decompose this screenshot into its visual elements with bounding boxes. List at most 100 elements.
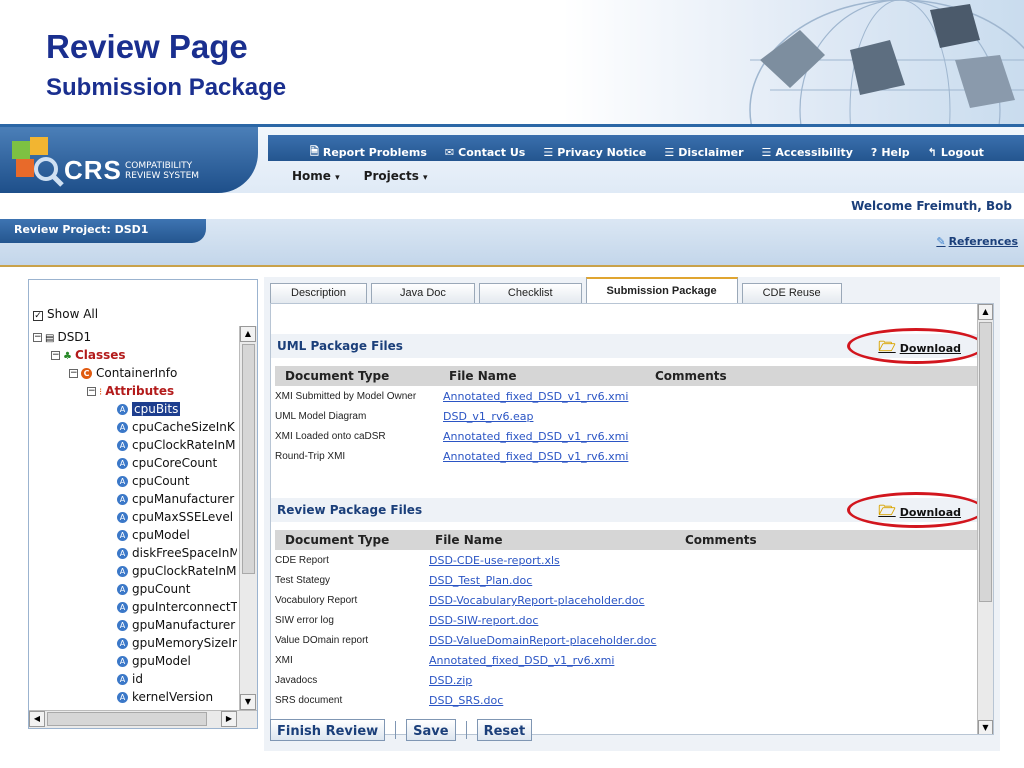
tab-java-doc[interactable]: Java Doc [371, 283, 475, 303]
scroll-down-icon[interactable]: ▼ [978, 720, 993, 734]
tree-horizontal-scrollbar[interactable]: ◀ ▶ [29, 710, 257, 728]
tree-item-attribute[interactable]: AcpuClockRateInM [117, 436, 235, 454]
report-problems-link[interactable]: 🗎 Report Problems [310, 143, 427, 162]
file-link[interactable]: DSD-VocabularyReport-placeholder.doc [429, 594, 645, 607]
tree-node-attributes[interactable]: − ⁝ Attributes [87, 382, 174, 400]
tree-item-attribute[interactable]: AcpuCacheSizeInK [117, 418, 235, 436]
folder-icon: ▤ [45, 333, 55, 344]
class-icon: C [81, 368, 92, 379]
column-header: Document Type [285, 533, 390, 547]
tree-item-label: gpuMemorySizeIn [132, 636, 237, 650]
contact-us-link[interactable]: ✉ Contact Us [445, 143, 525, 162]
tree-item-attribute[interactable]: AcpuCount [117, 472, 189, 490]
table-row: CDE Report DSD-CDE-use-report.xls [275, 551, 979, 571]
tree-item-attribute[interactable]: AkernelVersion [117, 688, 213, 706]
link-label: Contact Us [458, 146, 526, 159]
file-link[interactable]: DSD_Test_Plan.doc [429, 574, 532, 587]
tree-item-label: id [132, 672, 143, 686]
content-vertical-scrollbar[interactable]: ▲ ▼ [977, 304, 993, 734]
tree-item-attribute[interactable]: AgpuModel [117, 652, 191, 670]
tree-node-root[interactable]: − ▤ DSD1 [33, 328, 91, 346]
show-all-toggle[interactable]: ✓ Show All [33, 305, 98, 323]
tree-item-label: cpuCacheSizeInK [132, 420, 235, 434]
attribute-icon: A [117, 548, 128, 559]
tree-item-attribute[interactable]: AcpuBits [117, 400, 181, 418]
column-header: File Name [449, 369, 517, 383]
tree-item-attribute[interactable]: AgpuCount [117, 580, 190, 598]
tree-item-attribute[interactable]: AdiskFreeSpaceInM [117, 544, 237, 562]
collapse-icon[interactable]: − [69, 369, 78, 378]
file-link[interactable]: Annotated_fixed_DSD_v1_rv6.xmi [443, 390, 628, 403]
file-link[interactable]: DSD.zip [429, 674, 472, 687]
home-menu[interactable]: Home ▾ [292, 169, 340, 183]
project-title: Review Project: DSD1 [0, 219, 206, 243]
tree-item-attribute[interactable]: AcpuMaxSSELevel [117, 508, 233, 526]
tree-item-attribute[interactable]: AcpuCoreCount [117, 454, 217, 472]
review-table-header: Document Type File Name Comments [275, 530, 979, 550]
tab-submission-package[interactable]: Submission Package [585, 277, 738, 303]
tree-item-label: cpuMaxSSELevel [132, 510, 234, 524]
attribute-icon: A [117, 476, 128, 487]
document-icon: 🗎 [310, 145, 319, 158]
tree-item-label: gpuManufacturer [132, 618, 236, 632]
tree-item-label: gpuCount [132, 582, 191, 596]
projects-menu[interactable]: Projects ▾ [364, 169, 428, 183]
file-link[interactable]: DSD-CDE-use-report.xls [429, 554, 560, 567]
tree-item-attribute[interactable]: AgpuClockRateInM [117, 562, 236, 580]
tab-checklist[interactable]: Checklist [478, 283, 582, 303]
tree-item-attribute[interactable]: AcpuManufacturer [117, 490, 234, 508]
crs-logo[interactable]: CRS COMPATIBILITY REVIEW SYSTEM [0, 127, 258, 193]
tree-node-containerinfo[interactable]: − C ContainerInfo [69, 364, 177, 382]
class-tree-panel: ✓ Show All − ▤ DSD1 − ♣ Classes − C ContainerIn… [28, 279, 258, 729]
disclaimer-link[interactable]: ☰ Disclaimer [664, 143, 743, 162]
file-link[interactable]: DSD_v1_rv6.eap [443, 410, 533, 423]
file-link[interactable]: DSD-ValueDomainReport-placeholder.doc [429, 634, 656, 647]
tree-item-attribute[interactable]: Aid [117, 670, 143, 688]
checkbox-checked-icon[interactable]: ✓ [33, 311, 43, 321]
finish-review-button[interactable]: Finish Review [270, 719, 386, 741]
reset-button[interactable]: Reset [476, 719, 533, 741]
tab-cde-reuse[interactable]: CDE Reuse [741, 283, 842, 303]
file-link[interactable]: Annotated_fixed_DSD_v1_rv6.xmi [443, 450, 628, 463]
scroll-up-icon[interactable]: ▲ [978, 304, 993, 320]
collapse-icon[interactable]: − [51, 351, 60, 360]
collapse-icon[interactable]: − [87, 387, 96, 396]
document-type: UML Model Diagram [275, 411, 367, 422]
tree-item-attribute[interactable]: AgpuManufacturer [117, 616, 235, 634]
tab-description[interactable]: Description [270, 283, 368, 303]
save-button[interactable]: Save [406, 719, 456, 741]
collapse-icon[interactable]: − [33, 333, 42, 342]
document-type: SIW error log [275, 615, 334, 626]
document-type: Test Stategy [275, 575, 331, 586]
help-link[interactable]: ? Help [871, 143, 910, 162]
references-link[interactable]: ✎ References [936, 235, 1018, 248]
link-label: Logout [940, 146, 984, 159]
file-link[interactable]: Annotated_fixed_DSD_v1_rv6.xmi [429, 654, 614, 667]
scroll-down-icon[interactable]: ▼ [240, 694, 256, 710]
tree-vertical-scrollbar[interactable]: ▲ ▼ [239, 326, 257, 710]
attribute-icon: A [117, 602, 128, 613]
scroll-right-icon[interactable]: ▶ [221, 711, 237, 727]
scroll-thumb[interactable] [242, 344, 255, 574]
tree-node-classes[interactable]: − ♣ Classes [51, 346, 126, 364]
scroll-up-icon[interactable]: ▲ [240, 326, 256, 342]
scroll-thumb[interactable] [47, 712, 207, 726]
logout-link[interactable]: ↰ Logout [928, 143, 984, 162]
tree-item-attribute[interactable]: AgpuMemorySizeIn [117, 634, 237, 652]
attribute-icon: A [117, 422, 128, 433]
logo-subtitle: COMPATIBILITY REVIEW SYSTEM [125, 161, 199, 181]
document-type: XMI [275, 655, 293, 666]
scroll-thumb[interactable] [979, 322, 992, 602]
attributes-icon: ⁝ [99, 387, 103, 398]
puzzle-icon [12, 137, 64, 187]
accessibility-link[interactable]: ☰ Accessibility [762, 143, 853, 162]
tree-item-attribute[interactable]: AgpuInterconnectT [117, 598, 237, 616]
privacy-notice-link[interactable]: ☰ Privacy Notice [543, 143, 646, 162]
file-link[interactable]: DSD-SIW-report.doc [429, 614, 538, 627]
tree-item-label: gpuClockRateInM [132, 564, 237, 578]
file-link[interactable]: Annotated_fixed_DSD_v1_rv6.xmi [443, 430, 628, 443]
file-link[interactable]: DSD_SRS.doc [429, 694, 503, 707]
scroll-left-icon[interactable]: ◀ [29, 711, 45, 727]
show-all-label: Show All [47, 307, 99, 321]
tree-item-attribute[interactable]: AcpuModel [117, 526, 190, 544]
